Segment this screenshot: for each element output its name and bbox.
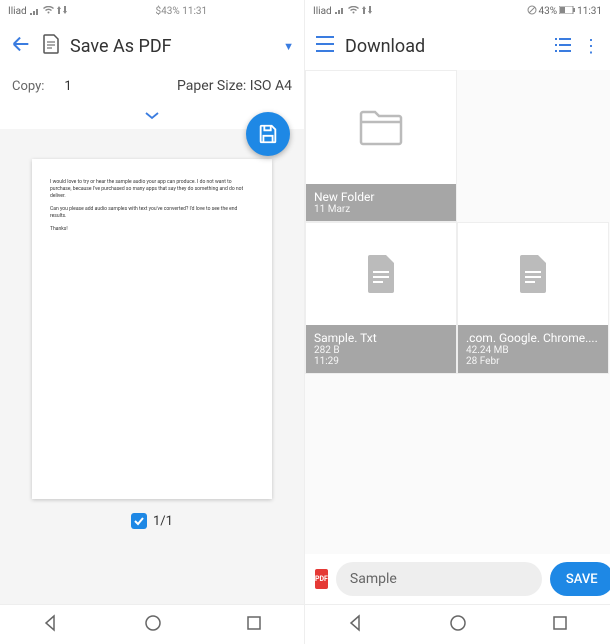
page-title-left: Save As PDF — [70, 36, 269, 57]
preview-text-3: Thanks! — [50, 226, 254, 233]
signal-icon — [30, 7, 40, 15]
status-bar-left: Iliad $43% 11:31 — [0, 0, 304, 22]
menu-icon[interactable] — [315, 36, 335, 56]
pdf-badge: PDF — [315, 569, 328, 589]
nav-bar-left — [0, 604, 304, 644]
document-icon — [42, 34, 60, 58]
battery-pct: 43% — [539, 6, 558, 17]
save-button[interactable]: SAVE — [550, 562, 610, 596]
folder-icon — [359, 110, 403, 146]
file-size: 42.24 MB — [466, 345, 600, 356]
arrows-icon — [362, 6, 372, 17]
file-tile-chrome[interactable]: .com. Google. Chrome.... 42.24 MB 28 Feb… — [457, 222, 609, 374]
carrier-label: Iliad — [8, 6, 27, 17]
nav-home-icon[interactable] — [449, 614, 467, 636]
carrier-label: Iliad — [313, 6, 332, 17]
copy-value[interactable]: 1 — [64, 79, 71, 94]
file-name: New Folder — [314, 190, 448, 204]
app-bar-left: Save As PDF ▼ — [0, 22, 304, 70]
page-selector[interactable]: 1/1 — [131, 513, 173, 529]
file-tile-txt[interactable]: Sample. Txt 282 B 11:29 — [305, 222, 457, 374]
print-options: Copy: 1 Paper Size: ISO A4 — [0, 70, 304, 102]
page-indicator: 1/1 — [153, 514, 173, 529]
page-title-right: Download — [345, 36, 544, 57]
file-icon — [518, 255, 548, 293]
file-tile-folder[interactable]: New Folder 11 Marz — [305, 70, 457, 222]
nav-back-icon[interactable] — [42, 614, 60, 636]
nav-recent-icon[interactable] — [552, 615, 568, 635]
signal-icon — [335, 6, 345, 17]
wifi-icon — [348, 6, 359, 17]
preview-area: I would love to try or hear the sample a… — [0, 129, 304, 604]
save-disk-icon — [257, 123, 279, 145]
left-pane: Iliad $43% 11:31 Save As PDF ▼ — [0, 0, 305, 644]
chevron-down-icon — [144, 111, 160, 121]
more-icon[interactable]: ⋮ — [582, 36, 600, 57]
dropdown-icon[interactable]: ▼ — [283, 40, 294, 53]
list-view-icon[interactable] — [554, 37, 572, 56]
file-name: Sample. Txt — [314, 331, 448, 345]
preview-text-2: Can you please add audio samples with te… — [50, 206, 254, 220]
arrows-icon — [57, 6, 67, 17]
wifi-icon — [43, 6, 54, 17]
save-fab[interactable] — [246, 112, 290, 156]
dnd-icon — [527, 5, 537, 18]
battery-icon — [559, 6, 575, 17]
back-icon[interactable] — [10, 33, 32, 59]
nav-bar-right — [305, 604, 610, 644]
copy-label: Copy: — [12, 79, 44, 94]
file-grid: New Folder 11 Marz Sample. Txt 282 B 11:… — [305, 70, 610, 554]
file-date: 28 Febr — [466, 356, 600, 367]
page-preview[interactable]: I would love to try or hear the sample a… — [32, 159, 272, 499]
file-name: .com. Google. Chrome.... — [466, 331, 600, 345]
nav-recent-icon[interactable] — [246, 615, 262, 635]
filename-input[interactable] — [336, 562, 542, 596]
time-label: 11:31 — [577, 6, 602, 17]
checkbox-icon — [131, 513, 147, 529]
file-icon — [366, 255, 396, 293]
nav-back-icon[interactable] — [347, 614, 365, 636]
file-size: 282 B — [314, 345, 448, 356]
file-meta: 11 Marz — [314, 204, 448, 215]
status-bar-right: Iliad 43% 11:31 — [305, 0, 610, 22]
save-bar: PDF SAVE — [305, 554, 610, 604]
preview-text-1: I would love to try or hear the sample a… — [50, 179, 254, 200]
app-bar-right: Download ⋮ — [305, 22, 610, 70]
status-center: $43% 11:31 — [67, 6, 296, 17]
file-date: 11:29 — [314, 356, 448, 367]
right-pane: Iliad 43% 11:31 Download ⋮ — [305, 0, 610, 644]
paper-size[interactable]: Paper Size: ISO A4 — [177, 78, 292, 94]
nav-home-icon[interactable] — [144, 614, 162, 636]
